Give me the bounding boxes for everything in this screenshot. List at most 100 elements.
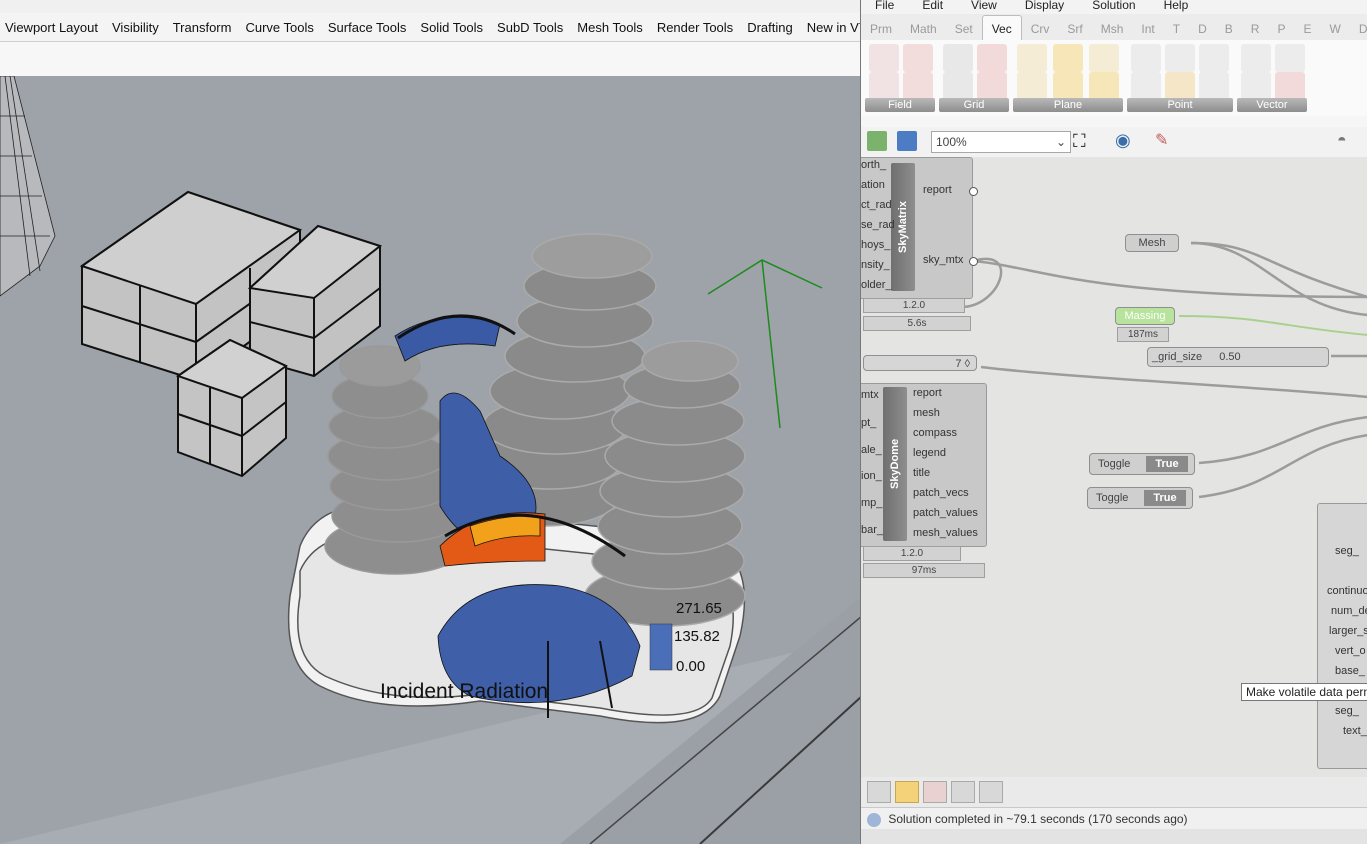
tab-curve-tools[interactable]: Curve Tools [240,20,322,35]
skydome-output-title[interactable]: title [913,467,930,479]
tab-new-in-v7[interactable]: New in V7 [802,20,862,35]
right-input-6[interactable]: base_ [1335,665,1365,677]
tab-drafting[interactable]: Drafting [742,20,802,35]
plane-origin-icon[interactable] [1053,72,1083,100]
right-input-1[interactable]: seg_ [1335,545,1359,557]
zoom-select[interactable]: 100% ⌄ [931,131,1071,153]
tab-render-tools[interactable]: Render Tools [652,20,742,35]
save-file-icon[interactable] [897,131,917,151]
skymatrix-output-grip[interactable] [969,187,978,196]
skymatrix-output-grip[interactable] [969,257,978,266]
skydome-output-report[interactable]: report [913,387,942,399]
skydome-input-2[interactable]: pt_ [861,417,876,429]
skydome-output-legend[interactable]: legend [913,447,946,459]
menu-view[interactable]: View [957,0,1011,14]
sketch-icon[interactable]: ◓ [1337,131,1359,151]
number-slider[interactable]: 7 ◊ [863,355,977,371]
tab-subd-tools[interactable]: SubD Tools [492,20,572,35]
point-project-icon[interactable] [1165,72,1195,100]
point-deconstruct-icon[interactable] [1131,72,1161,100]
skydome-output-patch-values[interactable]: patch_values [913,507,978,519]
plane-rotate-icon[interactable] [1089,72,1119,100]
point-distance-icon[interactable] [1165,44,1195,72]
plane-construct-icon[interactable] [1053,44,1083,72]
tab-w[interactable]: W [1320,16,1349,40]
right-input-8[interactable]: text_ [1343,725,1367,737]
skydome-output-mesh[interactable]: mesh [913,407,940,419]
tab-prm[interactable]: Prm [861,16,901,40]
right-input-7[interactable]: seg_ [1335,705,1359,717]
grid-rect-icon[interactable] [943,72,973,100]
point-xyz-icon[interactable] [1131,44,1161,72]
tab-crv[interactable]: Crv [1022,16,1059,40]
right-input-3[interactable]: num_de [1331,605,1367,617]
field-spin-icon[interactable] [903,72,933,100]
tab-int[interactable]: Int [1132,16,1163,40]
tab-transform[interactable]: Transform [168,20,241,35]
field-magnet-icon[interactable] [903,44,933,72]
massing-param[interactable]: Massing [1115,307,1175,325]
grid-square-icon[interactable] [943,44,973,72]
plane-xy-icon[interactable] [1017,72,1047,100]
boolean-toggle[interactable]: Toggle True [1089,453,1195,475]
skymatrix-output-report[interactable]: report [923,184,952,196]
tab-set[interactable]: Set [946,16,982,40]
gh-canvas[interactable]: SkyMatrix orth_ ation ct_rad se_rad hoys… [861,157,1367,777]
tab-r[interactable]: R [1242,16,1269,40]
skydome-input-1[interactable]: mtx [861,389,879,401]
skydome-output-compass[interactable]: compass [913,427,957,439]
skymatrix-input-2[interactable]: ation [861,179,885,191]
right-input-5[interactable]: vert_o [1335,645,1366,657]
plane-align-icon[interactable] [1017,44,1047,72]
grid-hex-icon[interactable] [977,44,1007,72]
plane-offset-icon[interactable] [1089,44,1119,72]
tab-t[interactable]: T [1164,16,1189,40]
rhino-viewport[interactable]: 271.65 135.82 0.00 Incident Radiation [0,76,862,844]
open-file-icon[interactable] [867,131,887,151]
skymatrix-input-6[interactable]: nsity_ [861,259,890,271]
menu-help[interactable]: Help [1150,0,1203,14]
paint-brush-icon[interactable]: ✎ [1155,131,1177,151]
skymatrix-input-4[interactable]: se_rad [861,219,895,231]
vector-deconstruct-icon[interactable] [1241,72,1271,100]
shaded-preview-icon[interactable] [895,781,919,803]
tab-b[interactable]: B [1216,16,1242,40]
grid-populate-icon[interactable] [977,72,1007,100]
field-point-icon[interactable] [869,72,899,100]
point-cull-icon[interactable] [1199,44,1229,72]
skydome-input-3[interactable]: ale_ [861,444,882,456]
field-line-icon[interactable] [869,44,899,72]
bake-icon[interactable] [951,781,975,803]
tab-visibility[interactable]: Visibility [107,20,168,35]
vector-2pt-icon[interactable] [1275,44,1305,72]
tab-surface-tools[interactable]: Surface Tools [323,20,416,35]
skymatrix-output-sky-mtx[interactable]: sky_mtx [923,254,963,266]
tab-math[interactable]: Math [901,16,946,40]
boolean-toggle[interactable]: Toggle True [1087,487,1193,509]
mesh-preview-icon[interactable] [867,781,891,803]
wire-preview-icon[interactable] [923,781,947,803]
skymatrix-input-3[interactable]: ct_rad [861,199,892,211]
tab-viewport-layout[interactable]: Viewport Layout [0,20,107,35]
skydome-output-mesh-values[interactable]: mesh_values [913,527,978,539]
tab-e[interactable]: E [1294,16,1320,40]
skymatrix-input-1[interactable]: orth_ [861,159,886,171]
skydome-output-patch-vecs[interactable]: patch_vecs [913,487,969,499]
point-closest-icon[interactable] [1199,72,1229,100]
menu-file[interactable]: File [861,0,908,14]
tab-msh[interactable]: Msh [1092,16,1133,40]
zoom-extents-icon[interactable]: ⛶ [1073,131,1095,151]
tab-mesh-tools[interactable]: Mesh Tools [572,20,652,35]
vector-amplitude-icon[interactable] [1275,72,1305,100]
tab-d2[interactable]: D [1350,16,1367,40]
tab-d[interactable]: D [1189,16,1216,40]
vector-xyz-icon[interactable] [1241,44,1271,72]
skydome-input-6[interactable]: bar_ [861,524,883,536]
grid-size-slider[interactable]: _grid_size 0.50 [1147,347,1329,367]
download-icon[interactable] [979,781,1003,803]
skymatrix-input-7[interactable]: older_ [861,279,892,291]
tab-p[interactable]: P [1268,16,1294,40]
mesh-param[interactable]: Mesh [1125,234,1179,252]
menu-display[interactable]: Display [1011,0,1078,14]
skymatrix-input-5[interactable]: hoys_ [861,239,890,251]
